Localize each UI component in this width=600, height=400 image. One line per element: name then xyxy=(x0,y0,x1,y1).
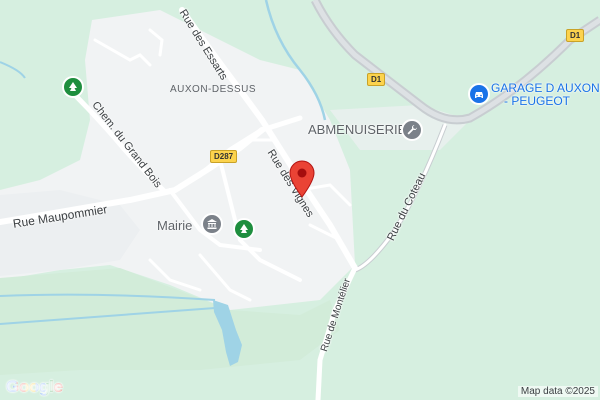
route-shield-d1-topright: D1 xyxy=(566,29,585,42)
town-hall-icon[interactable] xyxy=(201,213,223,235)
place-label-auxon-dessus: AUXON-DESSUS xyxy=(170,84,257,95)
google-logo-text: Google xyxy=(6,377,63,396)
wrench-icon[interactable] xyxy=(401,119,423,141)
car-service-icon[interactable] xyxy=(468,83,490,105)
map-attribution[interactable]: Map data ©2025 xyxy=(517,386,598,397)
poi-label-abmenuiserie[interactable]: ABMENUISERIE xyxy=(308,123,406,136)
poi-label-mairie[interactable]: Mairie xyxy=(157,219,192,232)
tree-icon[interactable] xyxy=(233,218,255,240)
route-shield-d287: D287 xyxy=(210,150,238,163)
tree-icon[interactable] xyxy=(62,76,84,98)
route-shield-d1: D1 xyxy=(367,73,386,86)
poi-label-garage-line2[interactable]: - PEUGEOT xyxy=(504,95,570,108)
map-canvas[interactable]: Rue des Essarts Rue des Vignes Chem. du … xyxy=(0,0,600,400)
google-logo: Google xyxy=(6,377,63,397)
river-west xyxy=(0,61,26,79)
location-pin-icon[interactable] xyxy=(289,160,315,198)
